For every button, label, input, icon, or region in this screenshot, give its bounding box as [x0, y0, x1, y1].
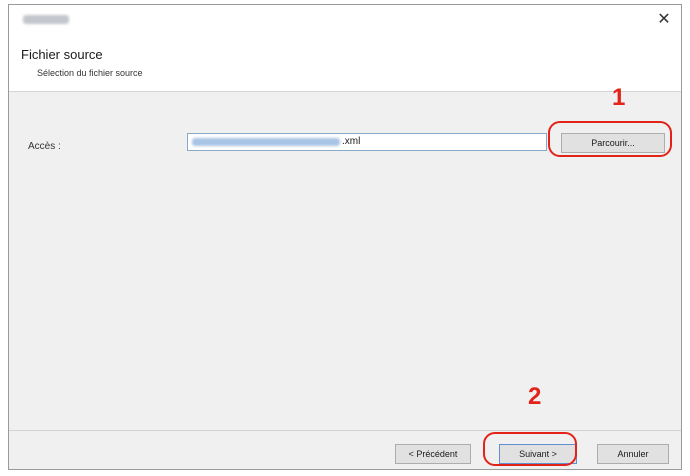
title-bar: ✕ — [9, 5, 681, 35]
window-title-redacted — [23, 15, 69, 24]
page-subtitle: Sélection du fichier source — [37, 68, 143, 78]
path-value-suffix: .xml — [342, 136, 361, 147]
previous-button[interactable]: < Précédent — [395, 444, 471, 464]
step-1-marker: 1 — [612, 84, 626, 111]
next-highlight-ring — [483, 432, 577, 466]
page-title: Fichier source — [21, 47, 103, 62]
close-icon[interactable]: ✕ — [651, 7, 677, 33]
step-2-marker: 2 — [528, 383, 542, 410]
path-label: Accès : — [28, 141, 61, 152]
wizard-header: Fichier source Sélection du fichier sour… — [9, 35, 681, 92]
cancel-button[interactable]: Annuler — [597, 444, 669, 464]
footer-separator — [9, 430, 681, 431]
wizard-window: ✕ Fichier source Sélection du fichier so… — [8, 4, 682, 470]
path-value-redacted — [192, 138, 340, 146]
path-input[interactable]: .xml — [187, 133, 547, 151]
browse-highlight-ring — [548, 121, 672, 157]
